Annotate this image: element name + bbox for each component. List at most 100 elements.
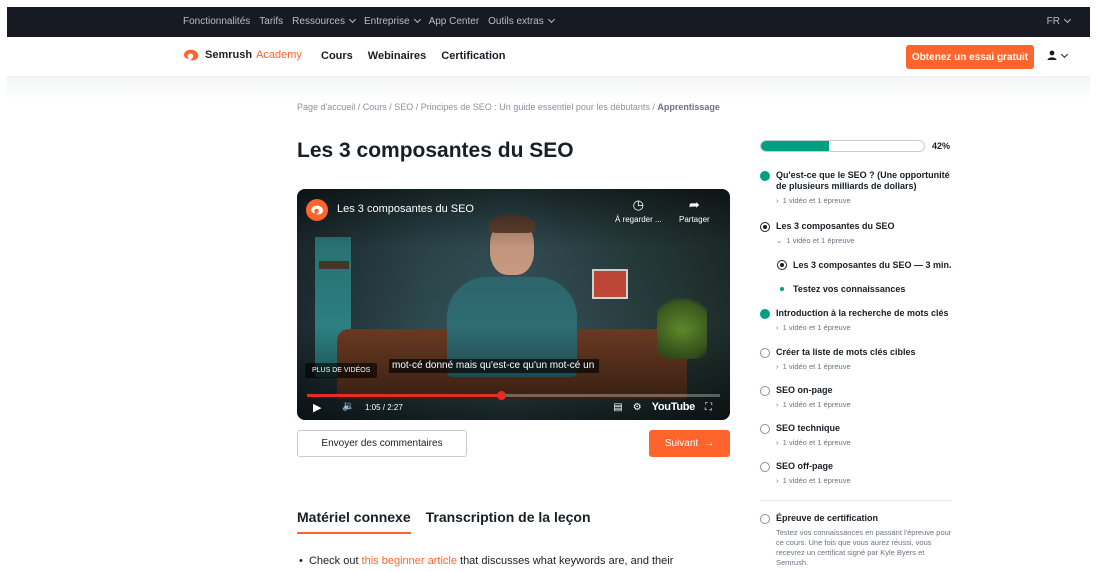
current-lesson-icon [760,222,770,232]
current-lesson-icon [777,260,787,270]
semrush-academy-logo[interactable]: Semrush Academy [183,49,302,61]
video-controls-right: ▤ ⚙ YouTube ⛶ [613,401,712,413]
nav-certification[interactable]: Certification [441,50,505,62]
channel-logo[interactable] [306,199,328,221]
lesson-meta-text: 1 vidéo et 1 épreuve [782,323,851,332]
top-nav-entreprise[interactable]: Entreprise [363,15,421,27]
main-nav: Cours Webinaires Certification [321,50,505,62]
video-progress-fill [307,394,502,397]
sidebar-lesson-5[interactable]: SEO on-page › 1 vidéo et 1 épreuve [760,385,956,409]
top-nav-label: Entreprise [363,16,410,27]
tab-materiel-connexe[interactable]: Matériel connexe [297,509,411,534]
lesson-meta[interactable]: ⌄ 1 vidéo et 1 épreuve [776,236,956,245]
arrow-right-icon: → [704,438,715,449]
bullet-text: Check out [308,555,362,567]
video-player[interactable]: Les 3 composantes du SEO ◷ À regarder ..… [297,189,730,420]
watch-later-button[interactable]: ◷ À regarder ... [615,197,662,224]
sidebar-lesson-7[interactable]: SEO off-page › 1 vidéo et 1 épreuve [760,461,956,485]
sidebar-divider [760,500,952,501]
more-videos-button[interactable]: PLUS DE VIDÉOS [305,363,378,378]
brand-suffix: Academy [256,49,302,61]
play-icon[interactable]: ▶ [313,401,321,414]
course-progress-percent: 42% [932,141,951,151]
video-controls: ▶ 🔉 1:05 / 2:27 ▤ ⚙ YouTube ⛶ [307,401,720,415]
certification-description: Testez vos connaissances en passant l'ép… [776,528,952,567]
share-label: Partager [679,215,710,224]
completed-icon [760,171,770,181]
nav-cours[interactable]: Cours [321,50,353,62]
lesson-meta-text: 1 vidéo et 1 épreuve [782,362,851,371]
top-nav-outils-extras[interactable]: Outils extras [488,15,555,27]
settings-icon[interactable]: ⚙ [633,402,642,413]
lesson-meta-text: 1 vidéo et 1 épreuve [782,438,851,447]
top-nav-tarifs[interactable]: Tarifs [259,16,283,27]
lesson-meta[interactable]: › 1 vidéo et 1 épreuve [776,400,956,409]
feedback-button[interactable]: Envoyer des commentaires [297,430,467,457]
sidebar-sublesson-video[interactable]: Les 3 composantes du SEO — 3 min. [777,260,952,270]
user-icon [1047,50,1057,60]
sidebar-sublesson-quiz[interactable]: Testez vos connaissances [777,284,905,294]
sidebar-lesson-1[interactable]: Qu'est-ce que le SEO ? (Une opportunité … [760,170,956,205]
brand-name: Semrush [205,49,253,61]
lesson-meta-text: 1 vidéo et 1 épreuve [782,476,851,485]
top-nav-label: Outils extras [488,16,544,27]
subtitles-icon[interactable]: ▤ [613,402,622,413]
lesson-meta[interactable]: › 1 vidéo et 1 épreuve [776,438,956,447]
next-label: Suivant [664,438,699,449]
sidebar-certification[interactable]: Épreuve de certification Testez vos conn… [760,513,956,568]
top-nav-app-center[interactable]: App Center [429,16,480,27]
incomplete-icon [760,514,770,524]
share-icon: ➦ [688,197,700,212]
free-trial-button[interactable]: Obtenez un essai gratuit [906,45,1034,69]
sidebar-lesson-6[interactable]: SEO technique › 1 vidéo et 1 épreuve [760,423,956,447]
chevron-down-icon [547,15,555,24]
chevron-down-icon [1060,50,1069,59]
next-button[interactable]: Suivant → [649,430,730,457]
lesson-title: Créer ta liste de mots clés cibles [776,347,916,357]
language-selector[interactable]: FR [1047,15,1072,27]
page-title: Les 3 composantes du SEO [297,139,574,162]
watch-later-label: À regarder ... [615,215,662,224]
incomplete-icon [760,386,770,396]
lesson-title: SEO off-page [776,461,834,471]
lesson-meta-text: 1 vidéo et 1 épreuve [782,400,851,409]
certification-title: Épreuve de certification [776,513,879,523]
breadcrumb-current: Apprentissage [657,102,720,112]
lesson-meta[interactable]: › 1 vidéo et 1 épreuve [776,362,956,371]
chevron-down-icon [413,15,421,24]
lesson-meta[interactable]: › 1 vidéo et 1 épreuve [776,476,956,485]
sidebar-lesson-2[interactable]: Les 3 composantes du SEO ⌄ 1 vidéo et 1 … [760,221,956,245]
list-item: • Check out this beginner article that d… [299,555,674,567]
bullet-text-end: that discusses what keywords are, and th… [456,555,674,567]
top-bar: Fonctionnalités Tarifs Ressources Entrep… [7,7,1090,37]
course-progress-bar [760,140,925,152]
incomplete-icon [760,424,770,434]
lesson-title: SEO technique [776,423,841,433]
content-tabs: Matériel connexe Transcription de la leç… [297,509,591,534]
lesson-title: Qu'est-ce que le SEO ? (Une opportunité … [776,170,950,191]
youtube-logo[interactable]: YouTube [652,401,696,413]
breadcrumb[interactable]: Page d'accueil / Cours / SEO / Principes… [297,102,720,112]
share-button[interactable]: ➦ Partager [679,197,710,224]
tab-transcription[interactable]: Transcription de la leçon [426,509,591,534]
video-title[interactable]: Les 3 composantes du SEO [337,203,474,215]
top-nav-ressources[interactable]: Ressources [292,15,357,27]
lesson-meta[interactable]: › 1 vidéo et 1 épreuve [776,196,956,205]
chevron-down-icon [348,15,357,24]
top-nav-fonctionnalites[interactable]: Fonctionnalités [183,16,250,27]
sidebar-lesson-4[interactable]: Créer ta liste de mots clés cibles › 1 v… [760,347,956,371]
top-nav-label: Ressources [292,16,345,27]
beginner-article-link[interactable]: this beginner article [362,555,457,567]
user-menu[interactable] [1047,50,1069,62]
breadcrumb-path[interactable]: Page d'accueil / Cours / SEO / Principes… [297,102,657,112]
chevron-down-icon [1063,15,1072,24]
lesson-meta[interactable]: › 1 vidéo et 1 épreuve [776,323,956,332]
incomplete-icon [760,348,770,358]
volume-icon[interactable]: 🔉 [342,401,354,412]
sublesson-title: Les 3 composantes du SEO — 3 min. [793,260,952,270]
nav-webinaires[interactable]: Webinaires [368,50,427,62]
sidebar-lesson-3[interactable]: Introduction à la recherche de mots clés… [760,308,956,332]
header-shadow [7,77,1090,99]
fullscreen-icon[interactable]: ⛶ [705,402,712,413]
video-progress-bar[interactable] [307,391,720,400]
